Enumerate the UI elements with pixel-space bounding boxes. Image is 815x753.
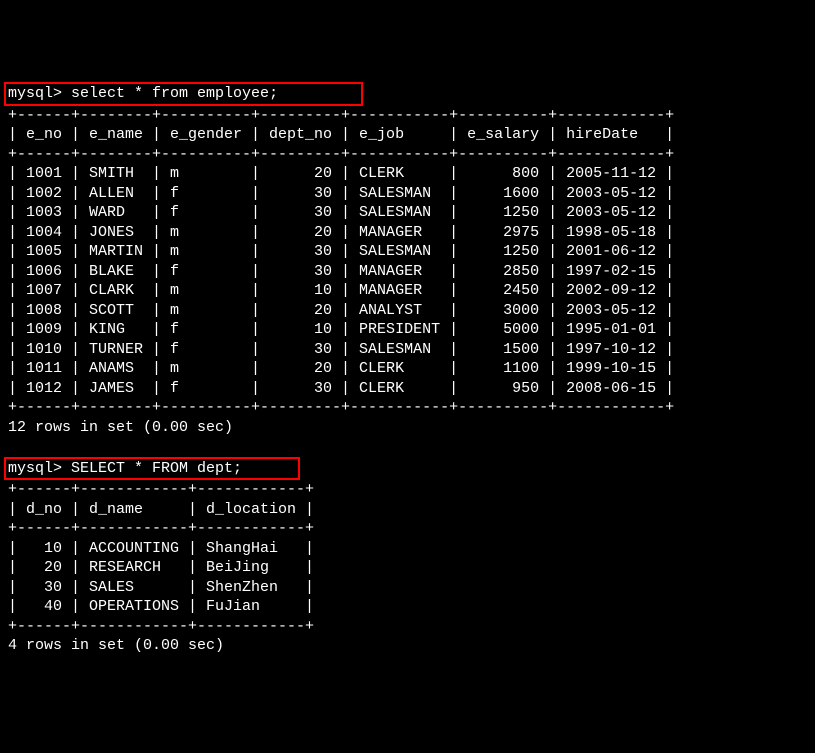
table-separator: +------+--------+----------+---------+--… [8,399,674,416]
query-2-highlight: mysql> SELECT * FROM dept; [4,457,300,481]
result-footer-2: 4 rows in set (0.00 sec) [8,637,224,654]
mysql-prompt: mysql> [8,460,62,477]
table-separator: +------+------------+------------+ [8,520,314,537]
result-footer-1: 12 rows in set (0.00 sec) [8,419,233,436]
table-header-row: | d_no | d_name | d_location | [8,501,314,518]
table-row: | 1012 | JAMES | f | 30 | CLERK | 950 | … [8,380,674,397]
table-row: | 1008 | SCOTT | m | 20 | ANALYST | 3000… [8,302,674,319]
table-row: | 1011 | ANAMS | m | 20 | CLERK | 1100 |… [8,360,674,377]
table-row: | 1009 | KING | f | 10 | PRESIDENT | 500… [8,321,674,338]
table-row: | 1007 | CLARK | m | 10 | MANAGER | 2450… [8,282,674,299]
table-separator: +------+--------+----------+---------+--… [8,107,674,124]
table-header-row: | e_no | e_name | e_gender | dept_no | e… [8,126,674,143]
table-row: | 1002 | ALLEN | f | 30 | SALESMAN | 160… [8,185,674,202]
table-row: | 1003 | WARD | f | 30 | SALESMAN | 1250… [8,204,674,221]
table-separator: +------+------------+------------+ [8,481,314,498]
sql-query-2: SELECT * FROM dept; [71,460,242,477]
table-row: | 20 | RESEARCH | BeiJing | [8,559,314,576]
table-row: | 30 | SALES | ShenZhen | [8,579,314,596]
table-row: | 1010 | TURNER | f | 30 | SALESMAN | 15… [8,341,674,358]
table-row: | 1004 | JONES | m | 20 | MANAGER | 2975… [8,224,674,241]
table-separator: +------+------------+------------+ [8,618,314,635]
table-row: | 10 | ACCOUNTING | ShangHai | [8,540,314,557]
table-separator: +------+--------+----------+---------+--… [8,146,674,163]
query-1-highlight: mysql> select * from employee; [4,82,363,106]
table-row: | 40 | OPERATIONS | FuJian | [8,598,314,615]
terminal-output: mysql> select * from employee; +------+-… [8,82,807,656]
table-row: | 1001 | SMITH | m | 20 | CLERK | 800 | … [8,165,674,182]
table-row: | 1006 | BLAKE | f | 30 | MANAGER | 2850… [8,263,674,280]
sql-query-1: select * from employee; [71,85,278,102]
mysql-prompt: mysql> [8,85,62,102]
table-row: | 1005 | MARTIN | m | 30 | SALESMAN | 12… [8,243,674,260]
